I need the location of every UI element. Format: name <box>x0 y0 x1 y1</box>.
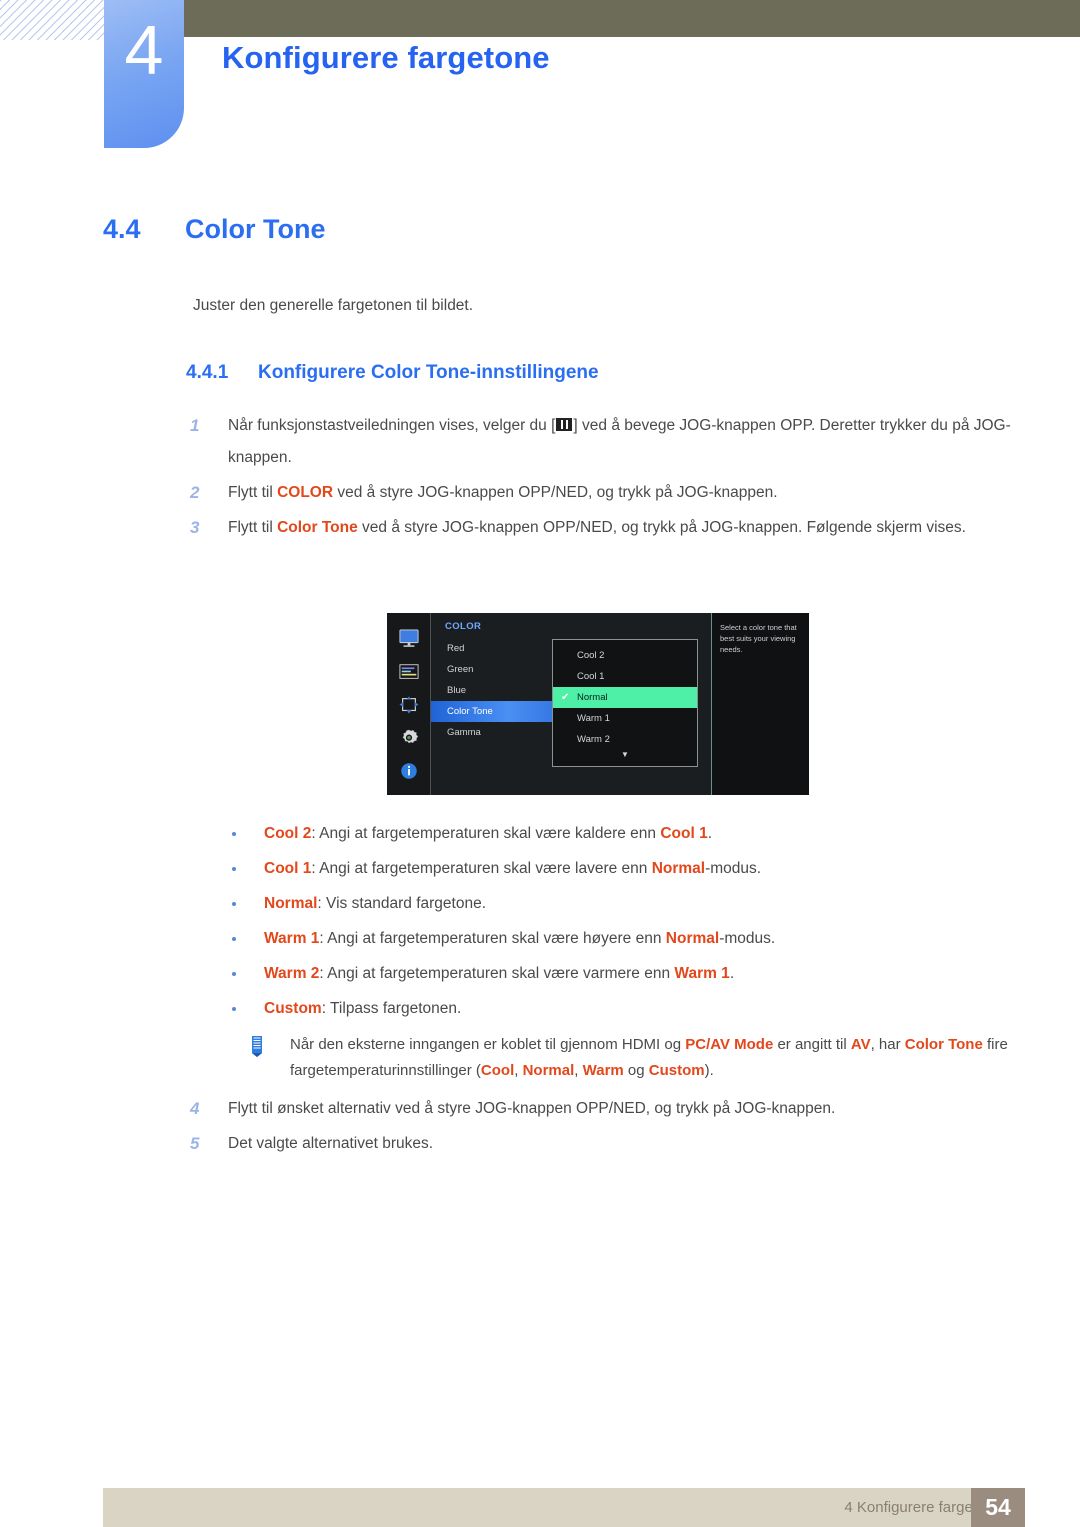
option-desc: : Angi at fargetemperaturen skal være ka… <box>311 825 661 842</box>
option-term: Custom <box>264 1000 322 1017</box>
option-desc: : Angi at fargetemperaturen skal være hø… <box>319 930 666 947</box>
list-item: Custom: Tilpass fargetonen. <box>224 991 1024 1026</box>
monitor-icon <box>398 629 419 647</box>
option-term: Normal <box>264 895 318 912</box>
note-text: Når den eksterne inngangen er koblet til… <box>290 1032 1016 1084</box>
osd-icon-rail <box>387 613 431 795</box>
osd-submenu-color-tone: Cool 2 Cool 1 Normal Warm 1 Warm 2 ▼ <box>552 639 698 767</box>
osd-menu-item-color-tone[interactable]: Color Tone <box>431 701 571 722</box>
note-term-av: AV <box>850 1036 871 1053</box>
option-term: Warm 2 <box>264 965 320 982</box>
note-text-2: er angitt til <box>773 1036 851 1053</box>
step-number: 2 <box>190 483 200 502</box>
step-text-part-a: Når funksjonstastveiledningen vises, vel… <box>228 417 556 434</box>
osd-submenu-item-cool-1[interactable]: Cool 1 <box>553 666 697 687</box>
list-item: Warm 2: Angi at fargetemperaturen skal v… <box>224 956 1024 991</box>
osd-submenu-item-warm-1[interactable]: Warm 1 <box>553 708 697 729</box>
step-highlight-term: Color Tone <box>277 519 358 536</box>
step-text-part-a: Flytt til <box>228 484 278 501</box>
info-icon <box>400 763 417 779</box>
note-block: Når den eksterne inngangen er koblet til… <box>246 1032 1016 1084</box>
list-item: Normal: Vis standard fargetone. <box>224 886 1024 921</box>
option-term: Warm 1 <box>264 930 320 947</box>
list-item: Cool 2: Angi at fargetemperaturen skal v… <box>224 816 1024 851</box>
osd-category-label: COLOR <box>445 621 482 632</box>
option-desc-end: -modus. <box>705 860 762 877</box>
chapter-title: Konfigurere fargetone <box>222 40 550 75</box>
step-number: 4 <box>190 1099 200 1118</box>
step-number: 1 <box>190 416 200 435</box>
option-desc-end: . <box>707 825 713 842</box>
step-text: Det valgte alternativet brukes. <box>228 1135 434 1152</box>
option-term-ref: Normal <box>665 930 720 947</box>
subsection-heading: 4.4.1 Konfigurere Color Tone-innstillinge… <box>186 362 599 384</box>
osd-tooltip-text: Select a color tone that best suits your… <box>711 613 809 795</box>
option-term: Cool 2 <box>264 825 312 842</box>
option-term-ref: Warm 1 <box>674 965 730 982</box>
note-text-5: , <box>514 1062 523 1079</box>
option-desc: : Tilpass fargetonen. <box>321 1000 462 1017</box>
step-number: 3 <box>190 518 200 537</box>
list-item: Cool 1: Angi at fargetemperaturen skal v… <box>224 851 1024 886</box>
step-text-part-b: ved å styre JOG-knappen OPP/NED, og tryk… <box>333 484 778 501</box>
option-desc-end: . <box>729 965 735 982</box>
step-number: 5 <box>190 1134 200 1153</box>
step-item: 3 Flytt til Color Tone ved å styre JOG-k… <box>190 512 1020 544</box>
note-term-pcav: PC/AV Mode <box>685 1036 774 1053</box>
chapter-number-badge: 4 <box>104 0 184 148</box>
option-term-ref: Cool 1 <box>660 825 708 842</box>
pencil-note-icon <box>252 1036 262 1057</box>
note-text-8: ). <box>704 1062 714 1079</box>
note-text-6: , <box>574 1062 583 1079</box>
osd-menu-panel: COLOR Red Green Blue Color Tone Gamma Co… <box>431 613 711 795</box>
note-term-warm: Warm <box>582 1062 624 1079</box>
note-text-7: og <box>623 1062 649 1079</box>
procedure-steps-list: 1 Når funksjonstastveiledningen vises, v… <box>190 410 1020 547</box>
section-intro-text: Juster den generelle fargetonen til bild… <box>193 297 474 314</box>
option-term: Cool 1 <box>264 860 312 877</box>
note-text-3: , har <box>870 1036 905 1053</box>
scroll-down-caret-icon[interactable]: ▼ <box>553 750 697 760</box>
picture-sliders-icon <box>398 664 419 679</box>
section-title: Color Tone <box>185 214 326 244</box>
osd-submenu-item-warm-2[interactable]: Warm 2 <box>553 729 697 750</box>
subsection-number: 4.4.1 <box>186 362 229 383</box>
note-term-normal: Normal <box>522 1062 575 1079</box>
option-desc: : Angi at fargetemperaturen skal være la… <box>311 860 652 877</box>
step-highlight-term: COLOR <box>277 484 334 501</box>
step-item: 2 Flytt til COLOR ved å styre JOG-knappe… <box>190 477 1020 509</box>
note-term-color-tone: Color Tone <box>904 1036 983 1053</box>
subsection-title: Konfigurere Color Tone-innstillingene <box>258 362 599 383</box>
note-text-1: Når den eksterne inngangen er koblet til… <box>290 1036 686 1053</box>
note-term-cool: Cool <box>480 1062 515 1079</box>
procedure-steps-list-continued: 4 Flytt til ønsket alternativ ved å styr… <box>190 1093 1020 1163</box>
menu-key-icon <box>556 418 573 431</box>
section-number: 4.4 <box>103 214 141 244</box>
header-bar <box>174 0 1080 37</box>
option-desc: : Angi at fargetemperaturen skal være va… <box>319 965 675 982</box>
resize-arrows-icon <box>398 696 419 714</box>
osd-menu-screenshot: COLOR Red Green Blue Color Tone Gamma Co… <box>387 613 809 795</box>
gear-icon <box>402 729 418 744</box>
step-item: 5 Det valgte alternativet brukes. <box>190 1128 1020 1160</box>
color-tone-options-list: Cool 2: Angi at fargetemperaturen skal v… <box>224 816 1024 1026</box>
osd-submenu-item-cool-2[interactable]: Cool 2 <box>553 645 697 666</box>
step-item: 1 Når funksjonstastveiledningen vises, v… <box>190 410 1020 474</box>
list-item: Warm 1: Angi at fargetemperaturen skal v… <box>224 921 1024 956</box>
option-desc-end: -modus. <box>719 930 776 947</box>
step-text: Flytt til ønsket alternativ ved å styre … <box>228 1100 836 1117</box>
note-term-custom: Custom <box>648 1062 705 1079</box>
step-item: 4 Flytt til ønsket alternativ ved å styr… <box>190 1093 1020 1125</box>
page-number-box: 54 <box>971 1488 1025 1527</box>
step-text-part-b: ved å styre JOG-knappen OPP/NED, og tryk… <box>357 519 966 536</box>
step-text-part-a: Flytt til <box>228 519 278 536</box>
option-term-ref: Normal <box>651 860 706 877</box>
osd-submenu-item-normal[interactable]: Normal <box>553 687 697 708</box>
section-heading: 4.4 Color Tone <box>103 214 325 245</box>
option-desc: : Vis standard fargetone. <box>317 895 487 912</box>
